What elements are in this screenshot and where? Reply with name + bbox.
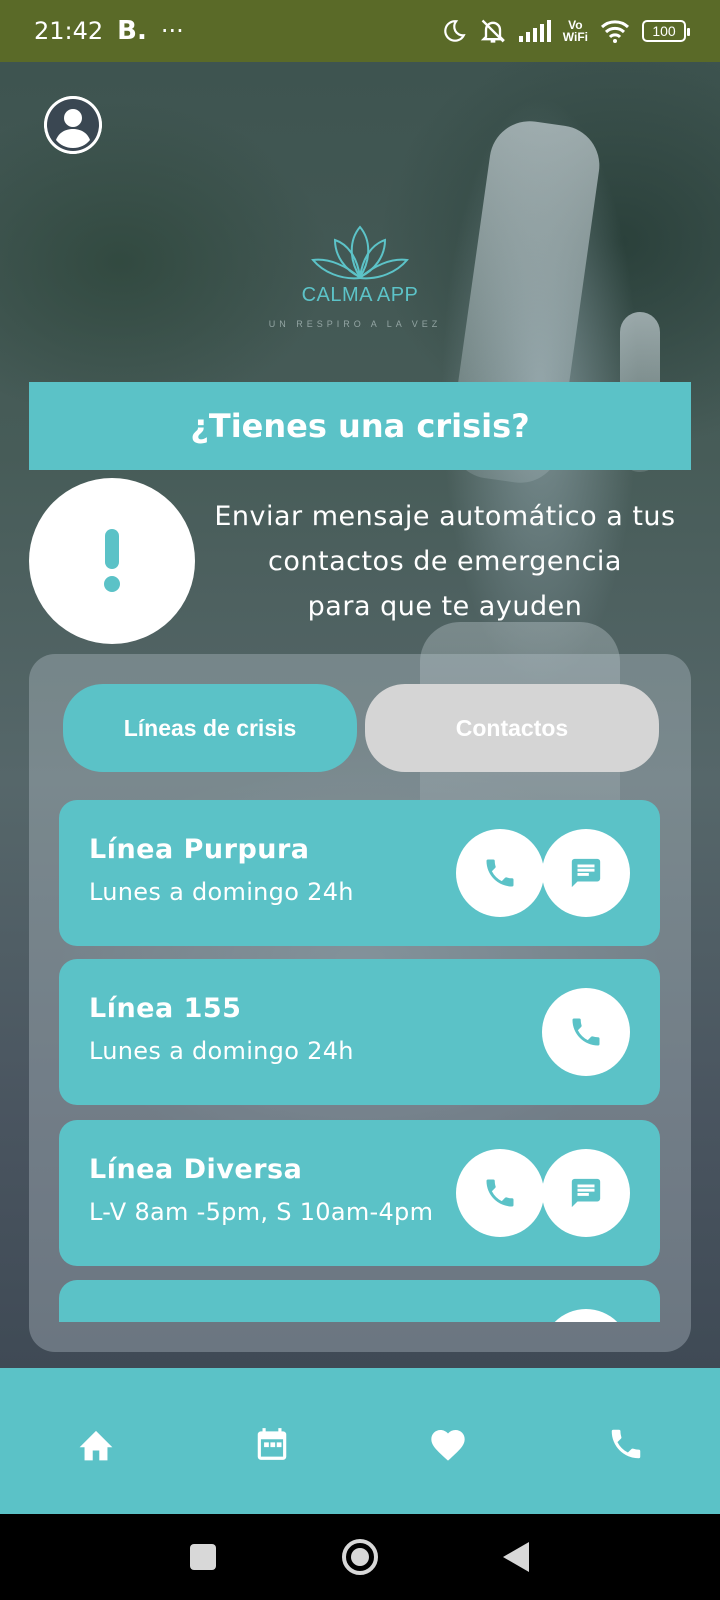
- exclamation-icon: [104, 529, 120, 592]
- triangle-back-icon: [503, 1542, 529, 1572]
- profile-button[interactable]: [44, 96, 102, 154]
- call-button[interactable]: [542, 988, 630, 1076]
- recents-button[interactable]: [190, 1544, 216, 1574]
- home-button[interactable]: [341, 1538, 379, 1580]
- phone-icon: [486, 859, 514, 887]
- message-button[interactable]: [542, 829, 630, 917]
- message-button[interactable]: [542, 1149, 630, 1237]
- crisis-header: ¿Tienes una crisis?: [29, 382, 691, 470]
- line-hours: L-V 8am -5pm, S 10am-4pm: [89, 1198, 434, 1226]
- nav-home[interactable]: [76, 1424, 116, 1464]
- silent-bell-icon: [480, 19, 505, 43]
- square-icon: [190, 1544, 216, 1570]
- line-name: Línea Diversa: [89, 1154, 303, 1185]
- list-item: Línea 155 Lunes a domingo 24h: [59, 959, 660, 1105]
- status-bar: 21:42 B. ··· Vo WiFi 100: [0, 0, 720, 62]
- message-icon: [571, 1178, 601, 1208]
- back-button[interactable]: [503, 1542, 529, 1576]
- emergency-alert-description: Enviar mensaje automático a tus contacto…: [214, 501, 676, 622]
- heart-icon: [431, 1430, 465, 1461]
- message-icon: [571, 858, 601, 888]
- tab-crisis-lines[interactable]: Líneas de crisis: [63, 684, 357, 772]
- user-icon: [44, 96, 102, 154]
- call-button[interactable]: [456, 829, 544, 917]
- call-button[interactable]: [456, 1149, 544, 1237]
- carrier-badge: B.: [117, 16, 147, 46]
- signal-icon: [518, 20, 551, 42]
- logo-name: CALMA APP: [301, 284, 419, 306]
- list-item: [59, 1280, 660, 1322]
- wifi-icon: [600, 20, 630, 43]
- bottom-navigation: [0, 1368, 720, 1514]
- lotus-icon: [311, 225, 409, 280]
- tab-contacts[interactable]: Contactos: [365, 684, 659, 772]
- crisis-lines-list[interactable]: Línea Purpura Lunes a domingo 24h Línea …: [59, 800, 660, 1322]
- status-more: ···: [160, 17, 184, 45]
- phone-icon: [486, 1179, 514, 1207]
- phone-icon: [572, 1018, 600, 1046]
- emergency-alert-button[interactable]: [29, 478, 195, 644]
- nav-calendar[interactable]: [252, 1424, 292, 1464]
- list-item: Línea Purpura Lunes a domingo 24h: [59, 800, 660, 946]
- moon-icon: [444, 20, 466, 42]
- nav-call[interactable]: [606, 1424, 646, 1464]
- app-logo: CALMA APP UN RESPIRO A LA VEZ: [269, 222, 450, 342]
- line-name: Línea 155: [89, 993, 242, 1024]
- line-hours: Lunes a domingo 24h: [89, 1037, 354, 1065]
- crisis-lines-card: Líneas de crisis Contactos Línea Purpura…: [29, 654, 691, 1352]
- line-name: Línea Purpura: [89, 834, 310, 865]
- home-icon: [79, 1430, 113, 1461]
- line-hours: Lunes a domingo 24h: [89, 878, 354, 906]
- phone-icon: [611, 1429, 641, 1459]
- logo-tagline: UN RESPIRO A LA VEZ: [268, 319, 442, 329]
- nav-favorites[interactable]: [428, 1424, 468, 1464]
- system-navigation-bar: [0, 1514, 720, 1600]
- calendar-icon: [257, 1428, 287, 1460]
- vowifi-indicator: Vo WiFi: [562, 18, 588, 44]
- circle-home-icon: [342, 1539, 378, 1575]
- message-button[interactable]: [542, 1309, 630, 1322]
- list-item: Línea Diversa L-V 8am -5pm, S 10am-4pm: [59, 1120, 660, 1266]
- status-time: 21:42: [34, 17, 104, 45]
- battery-indicator: 100: [642, 20, 690, 42]
